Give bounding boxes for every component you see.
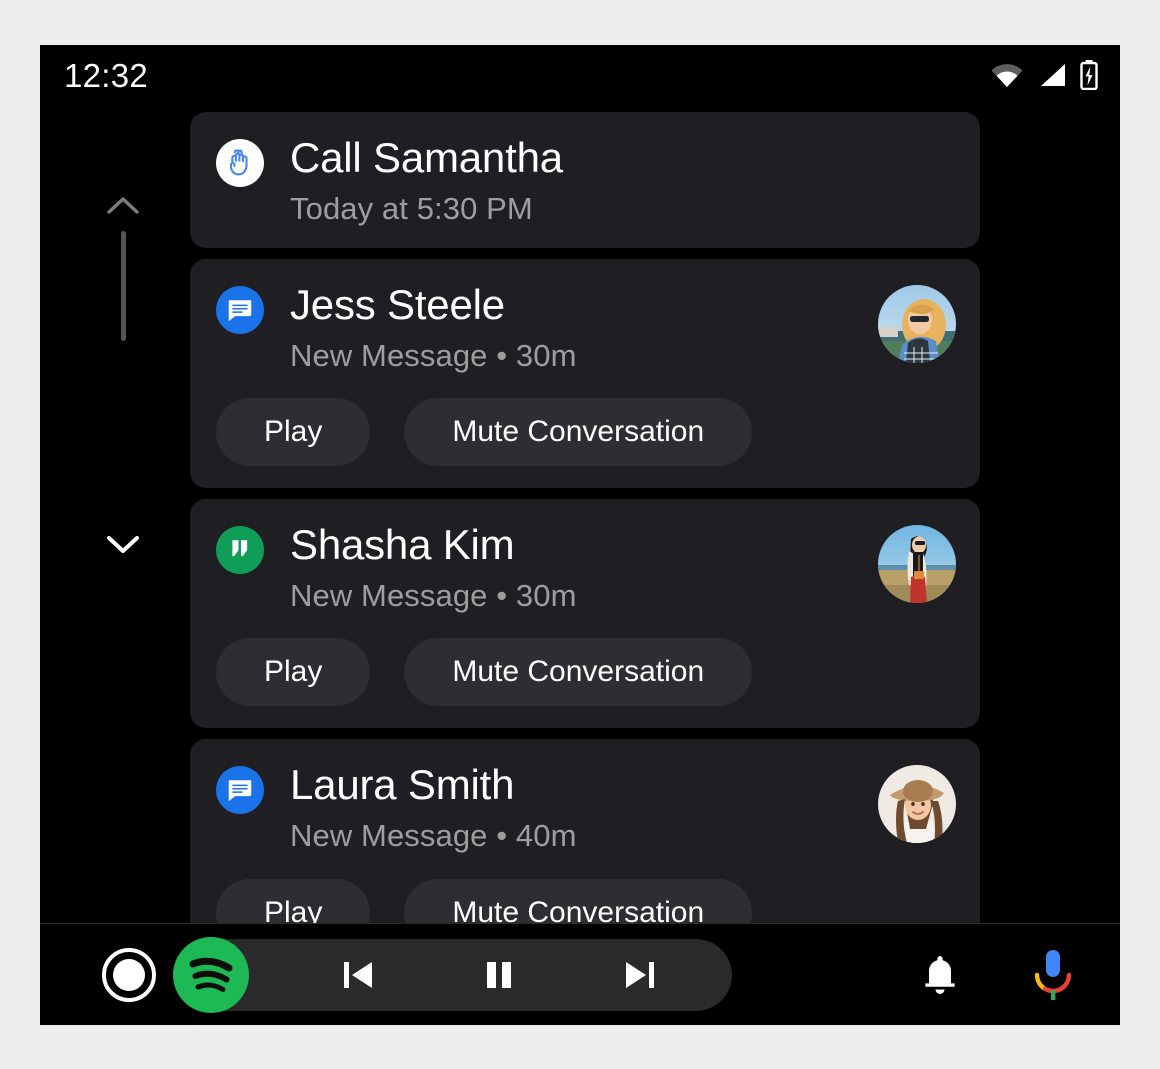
cell-signal-icon [1041,64,1065,86]
messages-icon [216,286,264,335]
bell-icon[interactable] [916,951,964,999]
card-text-block: Shasha Kim New Message • 30m [290,521,862,613]
reminder-hand-icon [216,139,264,187]
hangouts-icon [216,526,264,575]
notification-title: Shasha Kim [290,521,515,569]
skip-previous-icon[interactable] [336,953,380,997]
card-header: Jess Steele New Message • 30m [216,281,956,373]
card-header: Call Samantha Today at 5:30 PM [216,134,956,226]
notification-card-jess-steele[interactable]: Jess Steele New Message • 30m Play Mute … [190,259,980,489]
notification-subtitle: New Message • 30m [290,578,577,614]
avatar [878,765,956,844]
notification-title: Laura Smith [290,761,515,809]
mute-conversation-button[interactable]: Mute Conversation [404,638,753,707]
media-playback-widget [173,936,732,1013]
skip-next-icon[interactable] [618,953,662,997]
notification-subtitle: New Message • 30m [290,338,577,374]
notification-card-shasha-kim[interactable]: Shasha Kim New Message • 30m Play Mute C… [190,499,980,729]
card-text-block: Call Samantha Today at 5:30 PM [290,134,956,226]
play-button[interactable]: Play [216,398,371,467]
avatar [878,285,956,364]
card-text-block: Jess Steele New Message • 30m [290,281,862,373]
circle-home-icon[interactable] [100,946,158,1004]
notification-title: Call Samantha [290,134,563,181]
notification-subtitle: New Message • 40m [290,818,577,854]
scrollbar-thumb[interactable] [120,231,126,341]
spotify-icon[interactable] [166,930,256,1020]
status-bar: 12:32 [40,45,1120,105]
avatar [878,525,956,604]
android-auto-screen: 12:32 Call Samantha Today at 5:30 PM Jes… [40,45,1120,1025]
wifi-icon [991,64,1023,87]
card-actions: Play Mute Conversation [216,398,956,467]
card-actions: Play Mute Conversation [216,638,956,707]
nav-right-group [916,947,1076,1003]
notification-subtitle: Today at 5:30 PM [290,191,533,227]
chevron-up-icon[interactable] [106,195,140,217]
bottom-nav-bar [40,923,1120,1025]
status-icon-group [990,60,1098,90]
status-clock: 12:32 [64,56,149,94]
media-controls [288,953,732,997]
mute-conversation-button[interactable]: Mute Conversation [404,398,753,467]
pause-icon[interactable] [477,953,521,997]
chevron-down-icon[interactable] [106,533,140,555]
google-assistant-mic-icon[interactable] [1030,947,1076,1003]
play-button[interactable]: Play [216,638,371,707]
card-text-block: Laura Smith New Message • 40m [290,761,862,853]
notification-title: Jess Steele [290,281,505,329]
card-header: Laura Smith New Message • 40m [216,761,956,853]
battery-charging-icon [1080,60,1098,90]
card-header: Shasha Kim New Message • 30m [216,521,956,613]
notification-card-reminder[interactable]: Call Samantha Today at 5:30 PM [190,112,980,249]
scroll-rail[interactable] [88,195,158,555]
notification-list[interactable]: Call Samantha Today at 5:30 PM Jess Stee… [190,112,980,992]
messages-icon [216,766,264,815]
